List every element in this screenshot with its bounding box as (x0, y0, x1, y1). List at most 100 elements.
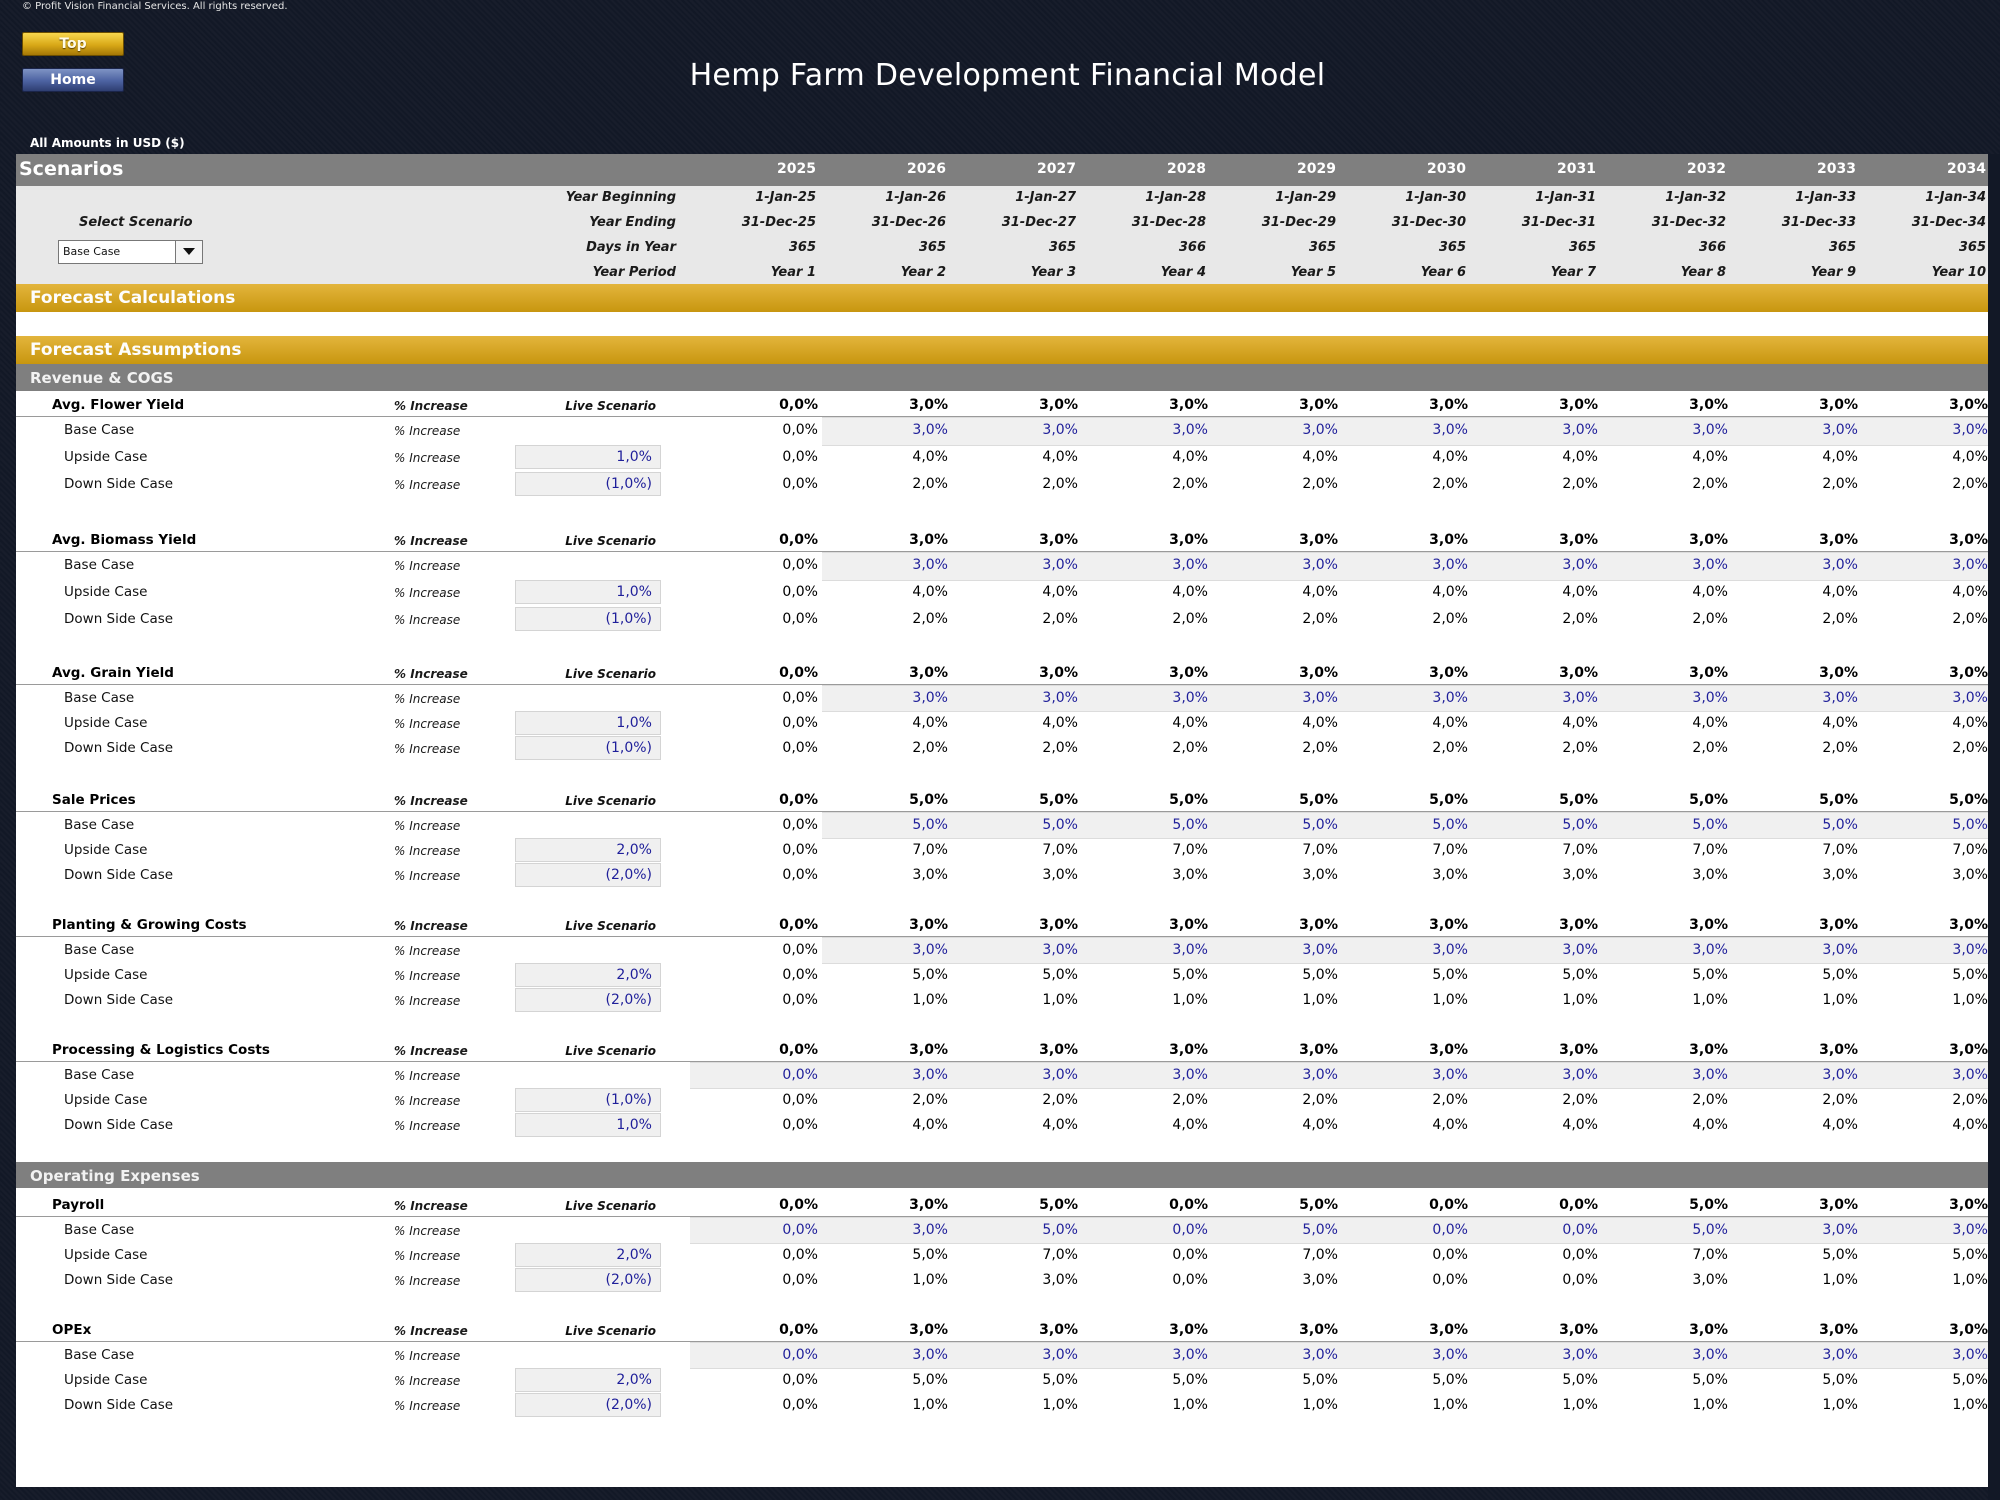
live-value: 3,0% (1819, 532, 1858, 548)
operating-expenses-band: Operating Expenses (16, 1162, 1988, 1188)
live-value: 0,0% (779, 1322, 818, 1338)
live-value: 3,0% (1429, 917, 1468, 933)
scenario-input-field[interactable]: (1,0%) (515, 1088, 661, 1112)
case-value: 0,0% (782, 690, 818, 706)
scenario-input-field[interactable]: (2,0%) (515, 863, 661, 887)
case-value: 3,0% (1952, 1067, 1988, 1083)
scenario-input-field[interactable]: (1,0%) (515, 472, 661, 496)
case-value: 7,0% (1952, 842, 1988, 858)
year-header: 2030 (1427, 161, 1466, 177)
case-value: 4,0% (1692, 1117, 1728, 1133)
live-value: 3,0% (1819, 397, 1858, 413)
case-label: Upside Case (64, 449, 148, 465)
case-value: 3,0% (1822, 422, 1858, 438)
case-value: 4,0% (1172, 715, 1208, 731)
case-value: 1,0% (1432, 992, 1468, 1008)
case-value: 3,0% (1042, 1347, 1078, 1363)
unit-label: % Increase (394, 534, 468, 548)
live-value: 3,0% (1819, 665, 1858, 681)
scenario-input-field[interactable]: (2,0%) (515, 988, 661, 1012)
case-value: 2,0% (912, 740, 948, 756)
case-value: 5,0% (1172, 1372, 1208, 1388)
case-value: 1,0% (1172, 992, 1208, 1008)
case-value: 3,0% (1822, 1067, 1858, 1083)
case-value: 4,0% (1822, 584, 1858, 600)
scenario-select[interactable]: Base Case (58, 240, 203, 264)
case-value: 3,0% (1562, 557, 1598, 573)
live-value: 3,0% (1559, 665, 1598, 681)
live-value: 0,0% (779, 665, 818, 681)
live-value: 3,0% (909, 397, 948, 413)
scenario-input-field[interactable]: 2,0% (515, 963, 661, 987)
case-value: 0,0% (782, 422, 818, 438)
case-value: 0,0% (1562, 1222, 1598, 1238)
case-value: 5,0% (1562, 1372, 1598, 1388)
timeline-value: 31-Dec-28 (1131, 215, 1206, 230)
case-value: 4,0% (1302, 584, 1338, 600)
live-value: 0,0% (779, 1042, 818, 1058)
scenario-input-field[interactable]: (1,0%) (515, 736, 661, 760)
timeline-value: 31-Dec-27 (1001, 215, 1076, 230)
live-value: 3,0% (909, 665, 948, 681)
case-label: Down Side Case (64, 992, 174, 1008)
case-value: 3,0% (1952, 1222, 1988, 1238)
timeline-value: 31-Dec-25 (741, 215, 816, 230)
case-value: 0,0% (782, 867, 818, 883)
live-value: 0,0% (779, 792, 818, 808)
case-value: 3,0% (1692, 942, 1728, 958)
timeline-value: 365 (1828, 240, 1856, 255)
case-value: 5,0% (1042, 967, 1078, 983)
top-button[interactable]: Top (22, 32, 124, 56)
case-value: 3,0% (1562, 942, 1598, 958)
scenarios-title: Scenarios (19, 158, 124, 180)
case-label: Base Case (64, 1222, 135, 1238)
case-value: 5,0% (1562, 967, 1598, 983)
live-value: 0,0% (779, 532, 818, 548)
forecast-calculations-band: Forecast Calculations (16, 284, 1988, 312)
scenario-input-field[interactable]: 1,0% (515, 445, 661, 469)
scenario-input-field[interactable]: 2,0% (515, 838, 661, 862)
timeline-value: 1-Jan-34 (1925, 190, 1986, 205)
case-value: 0,0% (1432, 1222, 1468, 1238)
scenario-input-field[interactable]: 1,0% (515, 580, 661, 604)
case-value: 0,0% (782, 1347, 818, 1363)
timeline-value: Year 2 (900, 265, 946, 280)
chevron-down-icon[interactable] (175, 241, 202, 263)
case-unit-label: % Increase (394, 1094, 461, 1108)
case-value: 3,0% (1692, 1347, 1728, 1363)
timeline-value: 31-Dec-29 (1261, 215, 1336, 230)
case-value: 1,0% (912, 992, 948, 1008)
timeline-value: 31-Dec-32 (1651, 215, 1726, 230)
case-value: 3,0% (1302, 557, 1338, 573)
case-value: 0,0% (782, 842, 818, 858)
case-value: 3,0% (912, 942, 948, 958)
case-unit-label: % Increase (394, 586, 461, 600)
case-value: 4,0% (1432, 449, 1468, 465)
scenario-input-field[interactable]: 1,0% (515, 711, 661, 735)
live-value: 3,0% (1429, 397, 1468, 413)
group-title: Avg. Grain Yield (52, 665, 174, 681)
scenario-input-field[interactable]: (1,0%) (515, 607, 661, 631)
case-value: 3,0% (1692, 1067, 1728, 1083)
case-value: 3,0% (1042, 942, 1078, 958)
live-value: 3,0% (1299, 397, 1338, 413)
case-value: 4,0% (1952, 1117, 1988, 1133)
scenario-input-field[interactable]: 2,0% (515, 1243, 661, 1267)
scenario-input-field[interactable]: (2,0%) (515, 1268, 661, 1292)
timeline-value: 1-Jan-30 (1405, 190, 1466, 205)
case-value: 3,0% (1432, 422, 1468, 438)
scenario-input-field[interactable]: 1,0% (515, 1113, 661, 1137)
scenario-input-field[interactable]: (2,0%) (515, 1393, 661, 1417)
case-value: 5,0% (1822, 817, 1858, 833)
case-value: 5,0% (1952, 817, 1988, 833)
case-unit-label: % Increase (394, 478, 461, 492)
year-header: 2026 (907, 161, 946, 177)
case-value: 0,0% (782, 1372, 818, 1388)
scenario-input-field[interactable]: 2,0% (515, 1368, 661, 1392)
timeline-value: 365 (1568, 240, 1596, 255)
live-value: 3,0% (1039, 1322, 1078, 1338)
case-value: 1,0% (1042, 1397, 1078, 1413)
timeline-value: 31-Dec-26 (871, 215, 946, 230)
group-title: Payroll (52, 1197, 105, 1213)
case-value: 2,0% (1042, 740, 1078, 756)
